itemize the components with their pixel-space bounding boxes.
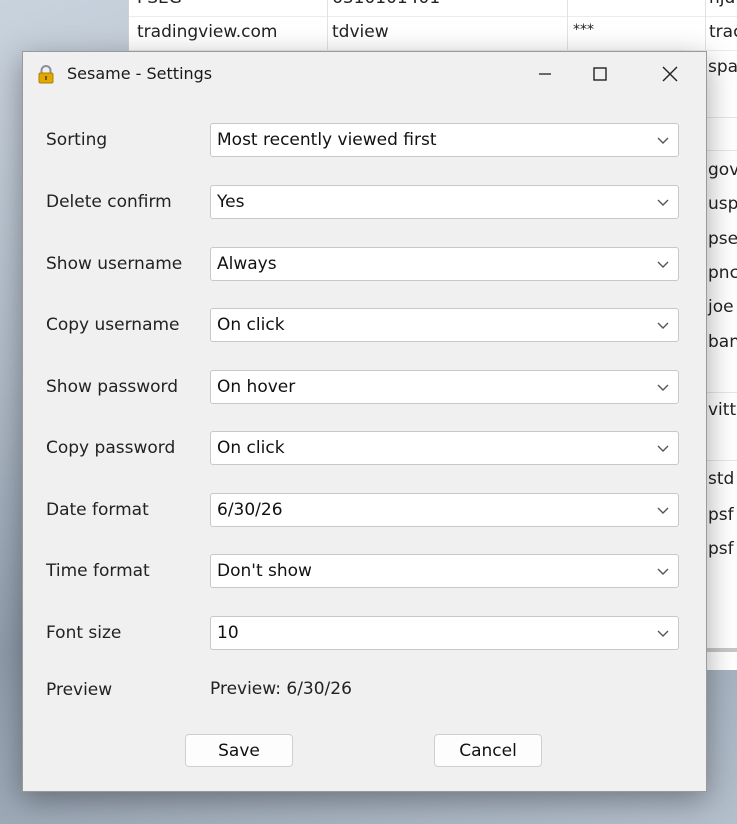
delete-confirm-label: Delete confirm bbox=[46, 192, 172, 212]
background-cell: pnc bbox=[708, 263, 737, 283]
font-size-label: Font size bbox=[46, 623, 122, 643]
background-cell: psf bbox=[708, 539, 734, 559]
date-format-label: Date format bbox=[46, 500, 149, 520]
table-row[interactable]: PSEG 6310101401 hjd bbox=[129, 0, 737, 17]
background-cell: psf bbox=[708, 505, 734, 525]
font-size-value: 10 bbox=[217, 623, 239, 643]
chevron-down-icon bbox=[657, 568, 669, 575]
show-username-value: Always bbox=[217, 254, 277, 274]
chevron-down-icon bbox=[657, 445, 669, 452]
site-cell: PSEG bbox=[137, 0, 182, 8]
save-button[interactable]: Save bbox=[185, 734, 293, 767]
maximize-icon bbox=[593, 67, 607, 81]
settings-dialog: Sesame - Settings Sorting Most recently … bbox=[22, 51, 707, 792]
site-cell: tradingview.com bbox=[137, 22, 278, 42]
background-cell: ban bbox=[708, 332, 737, 352]
font-size-dropdown[interactable]: 10 bbox=[210, 616, 679, 650]
sorting-dropdown[interactable]: Most recently viewed first bbox=[210, 123, 679, 157]
background-cell: joe bbox=[708, 297, 734, 317]
preview-label: Preview bbox=[46, 680, 113, 700]
background-cell: vitt bbox=[708, 400, 737, 420]
title-bar[interactable]: Sesame - Settings bbox=[23, 52, 706, 96]
password-cell: *** bbox=[573, 22, 594, 38]
notes-cell: trac bbox=[709, 22, 737, 42]
background-cell: usp bbox=[708, 194, 737, 214]
copy-password-value: On click bbox=[217, 438, 285, 458]
copy-username-value: On click bbox=[217, 315, 285, 335]
divider bbox=[705, 150, 737, 151]
copy-username-label: Copy username bbox=[46, 315, 180, 335]
minimize-icon bbox=[539, 73, 551, 75]
time-format-value: Don't show bbox=[217, 561, 312, 581]
copy-password-dropdown[interactable]: On click bbox=[210, 431, 679, 465]
time-format-label: Time format bbox=[46, 561, 150, 581]
show-password-dropdown[interactable]: On hover bbox=[210, 370, 679, 404]
background-cell: spa bbox=[708, 57, 737, 77]
divider bbox=[705, 392, 737, 393]
lock-icon bbox=[38, 65, 54, 84]
background-cell: pse bbox=[708, 229, 737, 249]
preview-text: Preview: 6/30/26 bbox=[210, 679, 352, 699]
username-cell: 6310101401 bbox=[332, 0, 440, 8]
chevron-down-icon bbox=[657, 137, 669, 144]
background-cell: gov bbox=[708, 160, 737, 180]
minimize-button[interactable] bbox=[522, 52, 568, 96]
chevron-down-icon bbox=[657, 384, 669, 391]
column-divider bbox=[567, 0, 568, 50]
delete-confirm-value: Yes bbox=[217, 192, 245, 212]
divider bbox=[705, 117, 737, 118]
background-cell: std bbox=[708, 469, 735, 489]
maximize-button[interactable] bbox=[576, 52, 622, 96]
chevron-down-icon bbox=[657, 199, 669, 206]
username-cell: tdview bbox=[332, 22, 389, 42]
show-username-dropdown[interactable]: Always bbox=[210, 247, 679, 281]
scrollbar[interactable] bbox=[705, 648, 737, 652]
chevron-down-icon bbox=[657, 322, 669, 329]
copy-password-label: Copy password bbox=[46, 438, 176, 458]
show-password-label: Show password bbox=[46, 377, 178, 397]
close-button[interactable] bbox=[646, 52, 692, 96]
cancel-button[interactable]: Cancel bbox=[434, 734, 542, 767]
table-row[interactable]: tradingview.com tdview *** trac bbox=[129, 16, 737, 51]
chevron-down-icon bbox=[657, 261, 669, 268]
sorting-label: Sorting bbox=[46, 130, 108, 150]
divider bbox=[705, 460, 737, 461]
close-icon bbox=[662, 66, 678, 82]
show-password-value: On hover bbox=[217, 377, 296, 397]
window-title: Sesame - Settings bbox=[67, 64, 213, 83]
column-divider bbox=[327, 0, 328, 50]
sorting-value: Most recently viewed first bbox=[217, 130, 437, 150]
time-format-dropdown[interactable]: Don't show bbox=[210, 554, 679, 588]
copy-username-dropdown[interactable]: On click bbox=[210, 308, 679, 342]
column-divider bbox=[705, 0, 706, 50]
date-format-value: 6/30/26 bbox=[217, 500, 283, 520]
delete-confirm-dropdown[interactable]: Yes bbox=[210, 185, 679, 219]
notes-cell: hjd bbox=[709, 0, 735, 8]
chevron-down-icon bbox=[657, 507, 669, 514]
date-format-dropdown[interactable]: 6/30/26 bbox=[210, 493, 679, 527]
chevron-down-icon bbox=[657, 630, 669, 637]
show-username-label: Show username bbox=[46, 254, 183, 274]
